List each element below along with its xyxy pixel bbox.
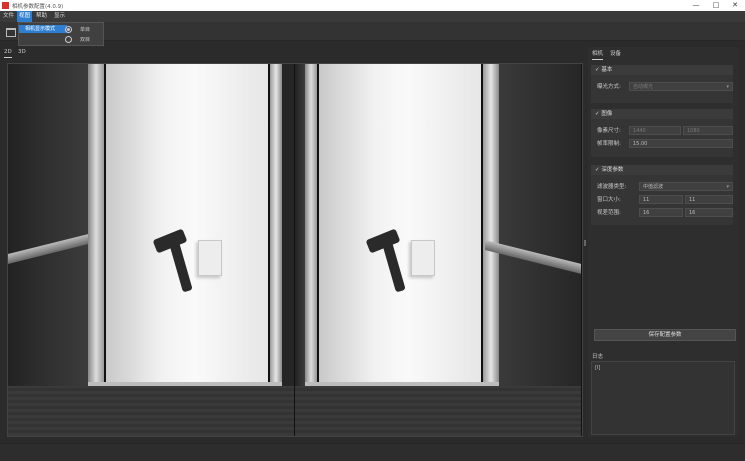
section-image-header[interactable]: ✓ 图像 <box>591 109 733 119</box>
log-label: 日志 <box>592 354 604 360</box>
tab-2d[interactable]: 2D <box>4 47 12 58</box>
chevron-down-icon: ▾ <box>726 84 729 90</box>
pixel-size-label: 像素尺寸: <box>597 128 621 134</box>
radio-stereo-label[interactable]: 双目 <box>80 36 90 43</box>
camera-viewport[interactable] <box>7 63 583 437</box>
right-camera-image <box>295 64 581 436</box>
chevron-down-icon: ▾ <box>726 184 729 190</box>
minimize-button[interactable]: — <box>686 0 706 11</box>
framerate-label: 帧率限制: <box>597 141 621 147</box>
folder-icon[interactable] <box>6 28 16 37</box>
menu-display[interactable]: 显示 <box>52 11 67 22</box>
disparity-range-label: 视差范围: <box>597 210 621 216</box>
section-depth-header[interactable]: ✓ 深度参数 <box>591 165 733 175</box>
disparity-range-field-b[interactable]: 16 <box>685 208 733 217</box>
section-depth: ✓ 深度参数 滤波器类型: 中值滤波 ▾ 窗口大小: 11 11 视差范围: 16… <box>591 165 733 225</box>
radio-mono-icon[interactable] <box>65 26 72 33</box>
radio-stereo-icon[interactable] <box>65 36 72 43</box>
framerate-field[interactable]: 15.00 <box>629 139 733 148</box>
log-output[interactable]: [I] <box>591 361 735 435</box>
section-basic-header[interactable]: ✓ 基本 <box>591 65 733 75</box>
menu-help[interactable]: 帮助 <box>34 11 49 22</box>
radio-mono-label[interactable]: 单目 <box>80 26 90 33</box>
exposure-mode-select[interactable]: 自动曝光 ▾ <box>629 82 733 91</box>
pixel-height-field[interactable]: 1080 <box>683 126 733 135</box>
tab-3d[interactable]: 3D <box>18 47 26 57</box>
maximize-button[interactable]: □ <box>706 0 726 11</box>
settings-panel: 相机 设备 ✓ 基本 曝光方式: 自动曝光 ▾ ✓ 图像 像素尺寸: 1440 1… <box>588 47 738 437</box>
view-dropdown-menu: 相机显示模式 单目 双目 <box>18 22 104 46</box>
app-icon <box>2 2 9 9</box>
menu-view[interactable]: 视图 <box>17 11 33 22</box>
window-title: 相机参数配置(4.0.9) <box>12 4 64 10</box>
title-bar: 相机参数配置(4.0.9) — □ ✕ <box>0 0 745 11</box>
status-bar <box>0 443 745 461</box>
window-size-field-b[interactable]: 11 <box>685 195 733 204</box>
left-camera-image <box>8 64 294 436</box>
menu-file[interactable]: 文件 <box>1 11 16 22</box>
window-size-field-a[interactable]: 11 <box>639 195 683 204</box>
filter-type-select[interactable]: 中值滤波 ▾ <box>639 182 733 191</box>
tab-device[interactable]: 设备 <box>610 49 621 59</box>
tab-camera[interactable]: 相机 <box>592 49 604 60</box>
panel-splitter-handle[interactable] <box>584 240 586 246</box>
close-button[interactable]: ✕ <box>725 0 745 11</box>
menu-bar: 文件 视图 帮助 显示 <box>0 11 745 22</box>
toolbar <box>0 22 745 41</box>
window-size-label: 窗口大小: <box>597 197 621 203</box>
exposure-mode-label: 曝光方式: <box>597 84 621 90</box>
section-basic: ✓ 基本 曝光方式: 自动曝光 ▾ <box>591 65 733 103</box>
section-image: ✓ 图像 像素尺寸: 1440 1080 帧率限制: 15.00 <box>591 109 733 157</box>
menu-item-display-mode[interactable]: 相机显示模式 <box>19 25 67 33</box>
save-config-button[interactable]: 保存配置参数 <box>594 329 736 341</box>
filter-type-label: 滤波器类型: <box>597 184 627 190</box>
pixel-width-field[interactable]: 1440 <box>629 126 681 135</box>
disparity-range-field-a[interactable]: 16 <box>639 208 683 217</box>
